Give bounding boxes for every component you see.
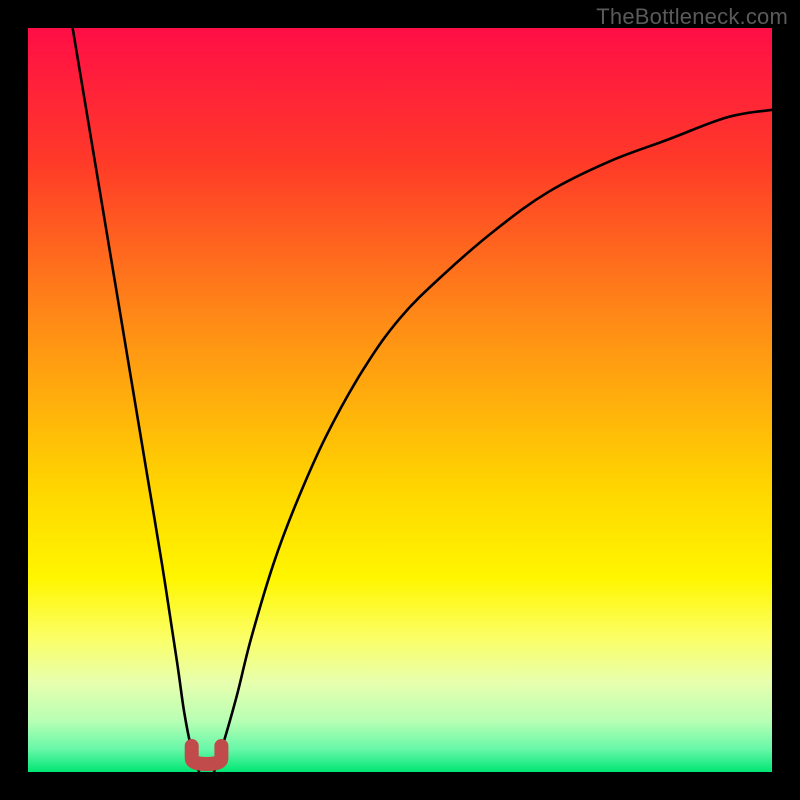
chart-stage: TheBottleneck.com [0, 0, 800, 800]
bottleneck-plot [28, 28, 772, 772]
plot-background [28, 28, 772, 772]
watermark-text: TheBottleneck.com [596, 4, 788, 30]
